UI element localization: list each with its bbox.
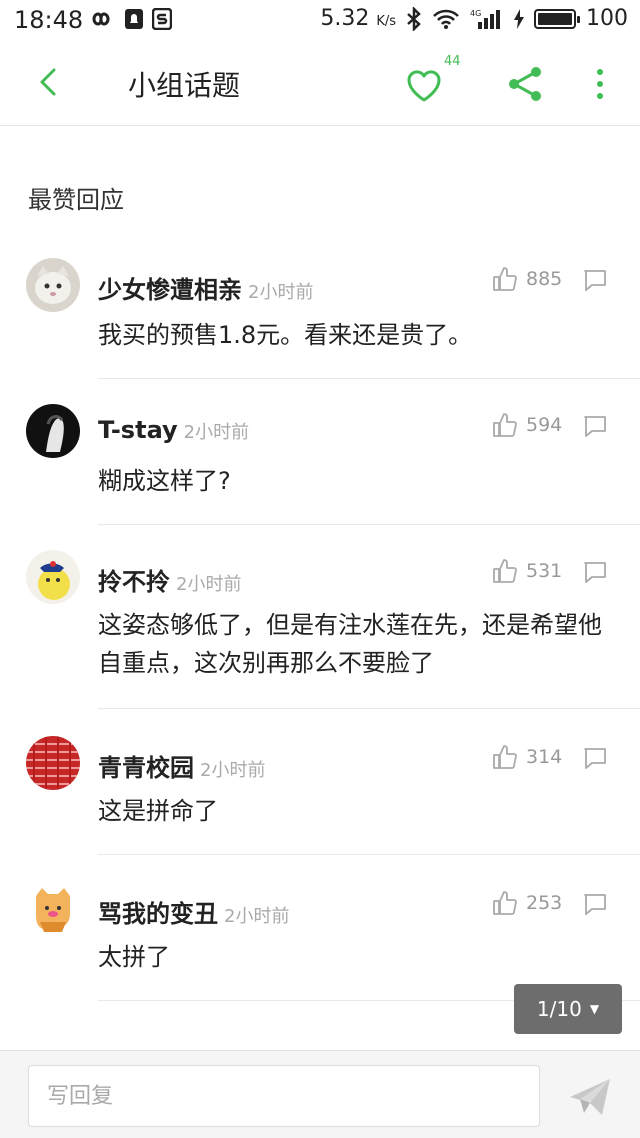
caret-down-icon: ▼	[589, 1002, 600, 1016]
share-icon[interactable]	[506, 64, 546, 104]
page-title: 小组话题	[128, 69, 241, 102]
comment-author[interactable]: 少女惨遭相亲 2小时前	[98, 270, 313, 305]
reply-bubble-icon[interactable]	[582, 268, 608, 292]
comment-time: 2小时前	[176, 574, 242, 595]
divider	[98, 708, 640, 709]
thumbs-up-icon	[493, 745, 517, 769]
avatar[interactable]	[26, 550, 80, 604]
like-count-badge: 44	[444, 54, 461, 69]
reply-bubble-icon[interactable]	[582, 414, 608, 438]
thumbs-up-icon	[493, 891, 517, 915]
section-title: 最赞回应	[28, 186, 124, 214]
svg-text:4G: 4G	[470, 9, 481, 18]
avatar[interactable]	[26, 736, 80, 790]
reply-bubble-icon[interactable]	[582, 746, 608, 770]
like-count: 594	[526, 414, 563, 436]
thumbs-up-icon	[493, 559, 517, 583]
comment-author[interactable]: 青青校园 2小时前	[98, 748, 265, 783]
back-arrow-icon[interactable]	[30, 62, 70, 102]
charging-icon	[514, 8, 524, 29]
wifi-icon	[433, 9, 459, 29]
like-count: 253	[526, 892, 563, 914]
like-count: 314	[526, 746, 563, 768]
status-notification-icons	[86, 8, 172, 30]
like-button[interactable]: 314	[492, 744, 562, 770]
reply-bar	[0, 1050, 640, 1138]
notification-bell-icon	[125, 9, 143, 29]
comment-text: 糊成这样了?	[98, 467, 231, 495]
like-button[interactable]: 531	[492, 558, 562, 584]
comment-text: 我买的预售1.8元。看来还是贵了。	[98, 321, 473, 349]
send-icon[interactable]	[566, 1075, 614, 1119]
comment-text: 这是拼命了	[98, 797, 218, 825]
infinity-icon	[92, 12, 110, 26]
thumbs-up-icon	[493, 413, 517, 437]
avatar[interactable]	[26, 882, 80, 936]
avatar[interactable]	[26, 404, 80, 458]
bluetooth-icon	[407, 6, 421, 31]
page-indicator-label: 1/10	[536, 997, 582, 1021]
reply-input[interactable]	[28, 1065, 540, 1127]
status-right: 5.32 K/s 4G 100	[320, 6, 628, 31]
status-time: 18:48	[14, 6, 84, 34]
like-button[interactable]: 885	[492, 266, 562, 292]
network-speed: 5.32 K/s	[320, 6, 396, 31]
comment-time: 2小时前	[224, 906, 290, 927]
battery-icon	[534, 8, 580, 29]
comment-text: 这姿态够低了，但是有注水莲在先，还是希望他自重点，这次别再那么不要脸了	[98, 611, 602, 677]
reply-bubble-icon[interactable]	[582, 560, 608, 584]
s-app-icon	[152, 8, 172, 30]
like-button[interactable]: 594	[492, 412, 562, 438]
divider	[98, 854, 640, 855]
comment-time: 2小时前	[183, 422, 250, 443]
reply-bubble-icon[interactable]	[582, 892, 608, 916]
thumbs-up-icon	[493, 267, 517, 291]
divider	[98, 378, 640, 379]
more-options-icon[interactable]	[588, 64, 612, 104]
comment-author[interactable]: 骂我的变丑 2小时前	[98, 894, 289, 929]
like-button[interactable]: 253	[492, 890, 562, 916]
divider	[98, 524, 640, 525]
like-count: 531	[526, 560, 563, 582]
like-count: 885	[526, 268, 563, 290]
comment-author[interactable]: 拎不拎 2小时前	[98, 562, 241, 597]
cellular-signal-icon: 4G	[470, 9, 500, 29]
comment-time: 2小时前	[248, 282, 314, 303]
battery-percent: 100	[586, 6, 628, 31]
status-bar: 18:48 5.32 K/s 4G 100	[0, 0, 640, 40]
heart-icon[interactable]	[402, 62, 446, 106]
comment-author[interactable]: T-stay 2小时前	[98, 416, 249, 444]
comment-text: 太拼了	[98, 943, 170, 971]
page-indicator-button[interactable]: 1/10 ▼	[514, 984, 622, 1034]
comment-time: 2小时前	[200, 760, 266, 781]
app-bar: 小组话题 44	[0, 40, 640, 126]
avatar[interactable]	[26, 258, 80, 312]
